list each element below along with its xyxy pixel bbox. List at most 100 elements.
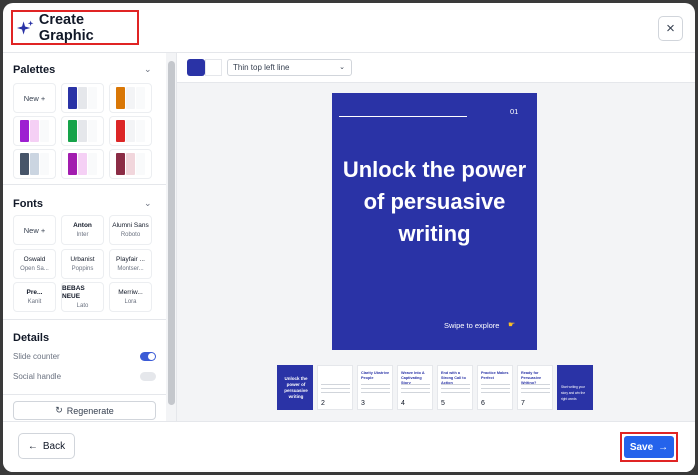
save-label: Save bbox=[629, 441, 654, 453]
palette-color bbox=[116, 153, 125, 175]
slide-counter-label: Slide counter bbox=[13, 352, 60, 361]
thumbnail-number: 7 bbox=[521, 400, 525, 407]
palette-color bbox=[116, 87, 125, 109]
font-option[interactable]: Urbanist Poppins bbox=[61, 249, 104, 279]
palette-color bbox=[30, 153, 39, 175]
arrow-left-icon: ← bbox=[27, 440, 38, 452]
palette-option[interactable] bbox=[61, 116, 104, 146]
font-body: Poppins bbox=[71, 265, 94, 272]
slide-thumbnail[interactable]: 2 bbox=[317, 365, 353, 410]
fonts-title: Fonts bbox=[13, 198, 43, 210]
close-button[interactable]: × bbox=[658, 16, 683, 41]
font-heading: Pre... bbox=[26, 288, 43, 296]
palette-color bbox=[88, 120, 97, 142]
palette-color bbox=[68, 153, 77, 175]
palette-color bbox=[126, 87, 135, 109]
regenerate-button[interactable]: ↻ Regenerate bbox=[13, 401, 156, 420]
palette-color bbox=[30, 120, 39, 142]
palette-new-button[interactable]: New + bbox=[13, 83, 56, 113]
social-handle-toggle[interactable] bbox=[140, 372, 156, 381]
divider bbox=[3, 319, 166, 320]
font-option[interactable]: Oswald Open Sa... bbox=[13, 249, 56, 279]
slide-thumbnail[interactable]: Weave Into A Captivating Story 4 bbox=[397, 365, 433, 410]
palette-option[interactable] bbox=[61, 83, 104, 113]
palettes-chevron-icon[interactable]: ⌄ bbox=[144, 64, 152, 75]
slide-preview[interactable]: 01 Unlock the power of persuasive writin… bbox=[332, 93, 537, 350]
font-body: Montser... bbox=[117, 265, 144, 272]
thumbnail-text-line bbox=[441, 388, 470, 389]
palette-swatches bbox=[116, 87, 145, 109]
font-heading: Merriw... bbox=[118, 288, 143, 296]
modal-header: Create Graphic × bbox=[3, 3, 695, 53]
font-heading: Urbanist bbox=[70, 255, 95, 263]
palette-option[interactable] bbox=[109, 83, 152, 113]
font-option[interactable]: Alumni Sans Roboto bbox=[109, 215, 152, 245]
palette-option[interactable] bbox=[13, 149, 56, 179]
top-left-line bbox=[339, 116, 467, 117]
back-button[interactable]: ← Back bbox=[18, 433, 75, 459]
palette-option[interactable] bbox=[61, 149, 104, 179]
font-option[interactable]: Pre... Kanit bbox=[13, 282, 56, 312]
close-icon: × bbox=[666, 20, 675, 37]
slide-thumbnail[interactable]: Unlock the power of persuasive writing bbox=[277, 365, 313, 410]
sidebar: Palettes ⌄ New + Fonts ⌄ New + Anton Inte… bbox=[3, 53, 177, 421]
font-option[interactable]: Anton Inter bbox=[61, 215, 104, 245]
slide-thumbnail[interactable]: Practice Makes Perfect 6 bbox=[477, 365, 513, 410]
slide-thumbnail[interactable]: End with a Strong Call to Action 5 bbox=[437, 365, 473, 410]
palette-color bbox=[68, 120, 77, 142]
palette-option[interactable] bbox=[13, 116, 56, 146]
style-toolbar: Thin top left line ⌄ bbox=[177, 53, 695, 83]
palette-swatches bbox=[68, 120, 97, 142]
scrollbar-thumb[interactable] bbox=[168, 61, 175, 405]
thumbnail-number: 2 bbox=[321, 400, 325, 407]
save-button[interactable]: Save → bbox=[624, 436, 674, 458]
palette-color bbox=[136, 153, 145, 175]
font-new-button[interactable]: New + bbox=[13, 215, 56, 245]
regenerate-label: Regenerate bbox=[66, 405, 114, 416]
thumbnail-text-line bbox=[481, 388, 510, 389]
thumbnail-text-line bbox=[481, 392, 510, 393]
slide-counter-toggle[interactable] bbox=[140, 352, 156, 361]
thumbnail-number: 6 bbox=[481, 400, 485, 407]
modal-title: Create Graphic bbox=[11, 10, 139, 45]
font-heading: Anton bbox=[73, 221, 92, 229]
thumbnail-number: 4 bbox=[401, 400, 405, 407]
font-heading: Playfair ... bbox=[116, 255, 145, 263]
font-body: Kanit bbox=[27, 298, 42, 305]
thumbnail-text-line bbox=[401, 392, 430, 393]
slide-thumbnail[interactable]: Start writing your story and win the rig… bbox=[557, 365, 593, 410]
font-body: Inter bbox=[76, 231, 89, 238]
font-body: Open Sa... bbox=[20, 265, 49, 272]
font-option[interactable]: Merriw... Lora bbox=[109, 282, 152, 312]
font-option[interactable]: BEBAS NEUE Lato bbox=[61, 282, 104, 312]
font-option[interactable]: Playfair ... Montser... bbox=[109, 249, 152, 279]
slide-thumbnail[interactable]: Ready for Persuasive Writing? 7 bbox=[517, 365, 553, 410]
palette-swatches bbox=[68, 153, 97, 175]
palette-color bbox=[126, 153, 135, 175]
slide-thumbnail[interactable]: Clarity Ubstrive People 3 bbox=[357, 365, 393, 410]
thumbnail-text-line bbox=[361, 392, 390, 393]
thumbnail-text-line bbox=[361, 388, 390, 389]
palette-color bbox=[40, 120, 49, 142]
secondary-color-swatch[interactable] bbox=[205, 59, 222, 76]
fonts-chevron-icon[interactable]: ⌄ bbox=[144, 198, 152, 209]
palette-option[interactable] bbox=[109, 149, 152, 179]
refresh-icon: ↻ bbox=[55, 405, 63, 415]
modal-title-text: Create Graphic bbox=[38, 11, 94, 44]
palette-option[interactable] bbox=[109, 116, 152, 146]
palette-swatches bbox=[20, 153, 49, 175]
font-body: Lato bbox=[76, 302, 89, 309]
sidebar-scrollbar[interactable] bbox=[166, 53, 176, 421]
accent-color-swatch[interactable] bbox=[187, 59, 205, 76]
thumbnail-number: 3 bbox=[361, 400, 365, 407]
main-canvas: Thin top left line ⌄ 01 Unlock the power… bbox=[177, 53, 695, 421]
thumbnail-text-line bbox=[521, 392, 550, 393]
font-heading: Alumni Sans bbox=[112, 221, 149, 229]
social-handle-label: Social handle bbox=[13, 372, 62, 381]
palettes-title: Palettes bbox=[13, 64, 56, 76]
style-dropdown[interactable]: Thin top left line ⌄ bbox=[227, 59, 352, 76]
thumbnail-title: Clarity Ubstrive People bbox=[361, 371, 390, 380]
palette-color bbox=[136, 120, 145, 142]
thumbnail-text-line bbox=[481, 384, 510, 385]
thumbnail-text-line bbox=[521, 388, 550, 389]
